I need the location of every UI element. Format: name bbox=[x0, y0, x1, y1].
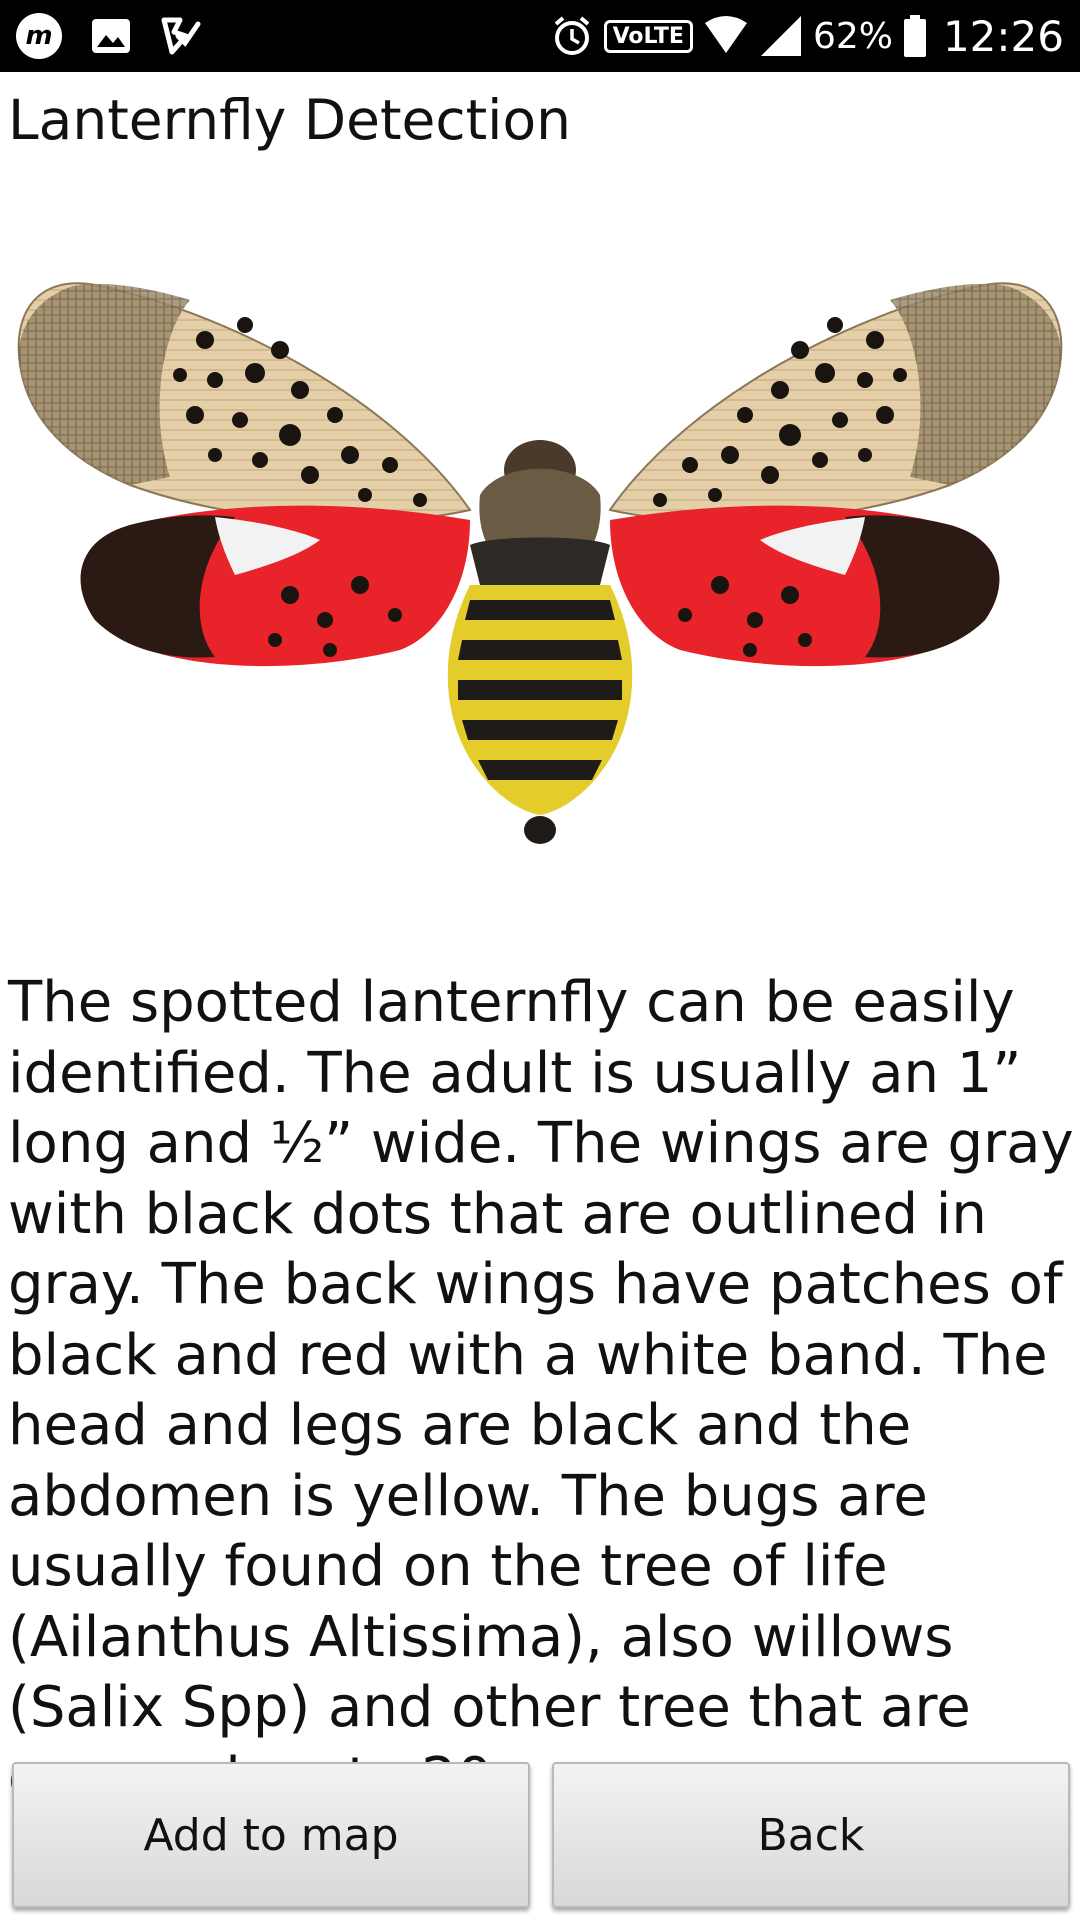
volte-badge: VoLTE bbox=[603, 19, 693, 53]
messenger-m-icon: m bbox=[14, 11, 64, 61]
checkbox-tick-icon bbox=[158, 14, 202, 58]
gallery-image-icon bbox=[90, 15, 132, 57]
back-button[interactable]: Back bbox=[552, 1762, 1070, 1908]
battery-percent: 62% bbox=[812, 15, 893, 57]
cellular-signal-icon bbox=[759, 14, 803, 58]
add-to-map-button[interactable]: Add to map bbox=[12, 1762, 530, 1908]
alarm-clock-icon bbox=[550, 14, 594, 58]
status-bar: m VoLTE 62% 12:26 bbox=[0, 0, 1080, 72]
status-bar-system: VoLTE 62% 12:26 bbox=[550, 0, 1064, 72]
wifi-icon bbox=[703, 15, 749, 57]
lanternfly-illustration bbox=[17, 282, 1063, 844]
clock-time: 12:26 bbox=[942, 11, 1064, 61]
page-title: Lanternfly Detection bbox=[8, 88, 571, 152]
lanternfly-image bbox=[0, 255, 1080, 875]
description-text: The spotted lanternfly can be easily ide… bbox=[8, 970, 1074, 1811]
battery-icon bbox=[903, 14, 927, 58]
status-bar-notifications: m bbox=[14, 10, 202, 62]
svg-text:m: m bbox=[25, 21, 52, 51]
